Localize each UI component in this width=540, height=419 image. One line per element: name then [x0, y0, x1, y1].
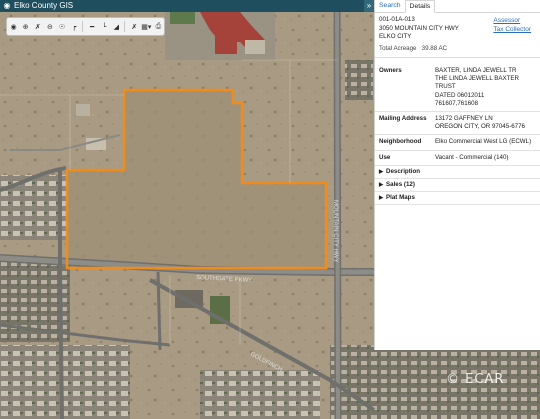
plat-maps-expander[interactable]: ▶ Plat Maps	[375, 192, 540, 205]
owner-line: THE LINDA JEWELL BAXTER TRUST	[435, 75, 520, 91]
double-chevron-right-icon[interactable]: »	[364, 0, 374, 12]
building	[76, 104, 90, 116]
neighborhood-label: Neighborhood	[379, 138, 422, 146]
measure-area-icon[interactable]: ┍	[69, 20, 80, 33]
home-icon[interactable]: ◉	[8, 20, 19, 33]
parcel-city: ELKO CITY	[379, 33, 412, 40]
zoom-in-icon[interactable]: ⊕	[20, 20, 31, 33]
app-titlebar: ◉ Elko County GIS	[0, 0, 374, 12]
draw-polygon-icon[interactable]: ◢	[111, 20, 122, 33]
toolbar-divider	[123, 21, 126, 32]
tab-search[interactable]: Search	[375, 0, 405, 12]
measure-distance-icon[interactable]: ━	[87, 20, 98, 33]
identify-icon[interactable]: ☉	[56, 20, 67, 33]
mailing-line: OREGON CITY, OR 97045-6776	[435, 123, 525, 131]
draw-line-icon[interactable]: └	[99, 20, 110, 33]
sales-expander[interactable]: ▶ Sales (12)	[375, 179, 540, 192]
external-links: Assessor Tax Collector	[493, 16, 531, 34]
neighborhood-row: Neighborhood Elko Commercial West LG (EC…	[375, 135, 540, 151]
copyright-watermark: © ECAR	[446, 372, 505, 387]
select-icon[interactable]: ✗	[129, 20, 140, 33]
app-title: Elko County GIS	[14, 1, 74, 10]
use-value: Vacant - Commercial (140)	[435, 153, 509, 161]
description-expander[interactable]: ▶ Description	[375, 166, 540, 179]
caret-right-icon: ▶	[379, 194, 384, 201]
mailing-line: 13172 GAFFNEY LN	[435, 115, 493, 123]
panel-tabs: Search Details	[375, 0, 540, 13]
residential-area	[200, 370, 320, 419]
residential-area	[330, 345, 540, 419]
expander-label: Plat Maps	[386, 193, 415, 201]
caret-right-icon: ▶	[379, 181, 384, 188]
map-toolbar: ◉ ⊕ ✗ ⊖ ☉ ┍ ━ └ ◢ ✗ ▦▾ ⎙	[6, 17, 165, 36]
toolbar-divider	[81, 21, 84, 32]
parcel-details-panel: Search Details 001-01A-013 3050 MOUNTAIN…	[374, 0, 540, 350]
residential-area	[0, 345, 130, 419]
tab-details[interactable]: Details	[404, 0, 436, 13]
expander-label: Sales (12)	[386, 180, 415, 188]
globe-icon: ◉	[3, 1, 11, 10]
use-row: Use Vacant - Commercial (140)	[375, 151, 540, 166]
residential-area	[345, 60, 373, 100]
neighborhood-value: Elko Commercial West LG (ECWL)	[435, 138, 532, 146]
mailing-row: Mailing Address 13172 GAFFNEY LN OREGON …	[375, 112, 540, 136]
acreage-value: 39.88 AC	[421, 44, 448, 52]
owner-line: 761607,761608	[435, 99, 479, 107]
caret-right-icon: ▶	[379, 168, 384, 175]
print-icon[interactable]: ⎙	[153, 20, 164, 33]
use-label: Use	[379, 153, 391, 161]
mailing-value: 13172 GAFFNEY LN OREGON CITY, OR 97045-6…	[435, 115, 537, 131]
acreage: Total Acreage 39.88 AC	[379, 45, 537, 52]
zoom-extent-icon[interactable]: ✗	[32, 20, 43, 33]
owner-line: DATED 06012011	[435, 91, 485, 99]
mailing-label: Mailing Address	[379, 115, 427, 123]
owners-value: BAXTER, LINDA JEWELL TR THE LINDA JEWELL…	[435, 67, 537, 108]
road-label: MOUNTAIN CITY HWY	[332, 200, 338, 262]
assessor-link[interactable]: Assessor	[493, 16, 531, 25]
dropdown-icon[interactable]: ▦▾	[141, 20, 152, 33]
tax-collector-link[interactable]: Tax Collector	[493, 25, 531, 34]
zoom-out-icon[interactable]: ⊖	[44, 20, 55, 33]
owners-label: Owners	[379, 67, 402, 74]
residential-area	[0, 175, 66, 240]
owner-line: BAXTER, LINDA JEWELL TR	[435, 67, 517, 74]
owners-row: Owners BAXTER, LINDA JEWELL TR THE LINDA…	[375, 64, 540, 113]
parcel-header: 001-01A-013 3050 MOUNTAIN CITY HWY ELKO …	[375, 13, 540, 58]
expander-label: Description	[386, 167, 421, 175]
acreage-label: Total Acreage	[379, 44, 417, 52]
